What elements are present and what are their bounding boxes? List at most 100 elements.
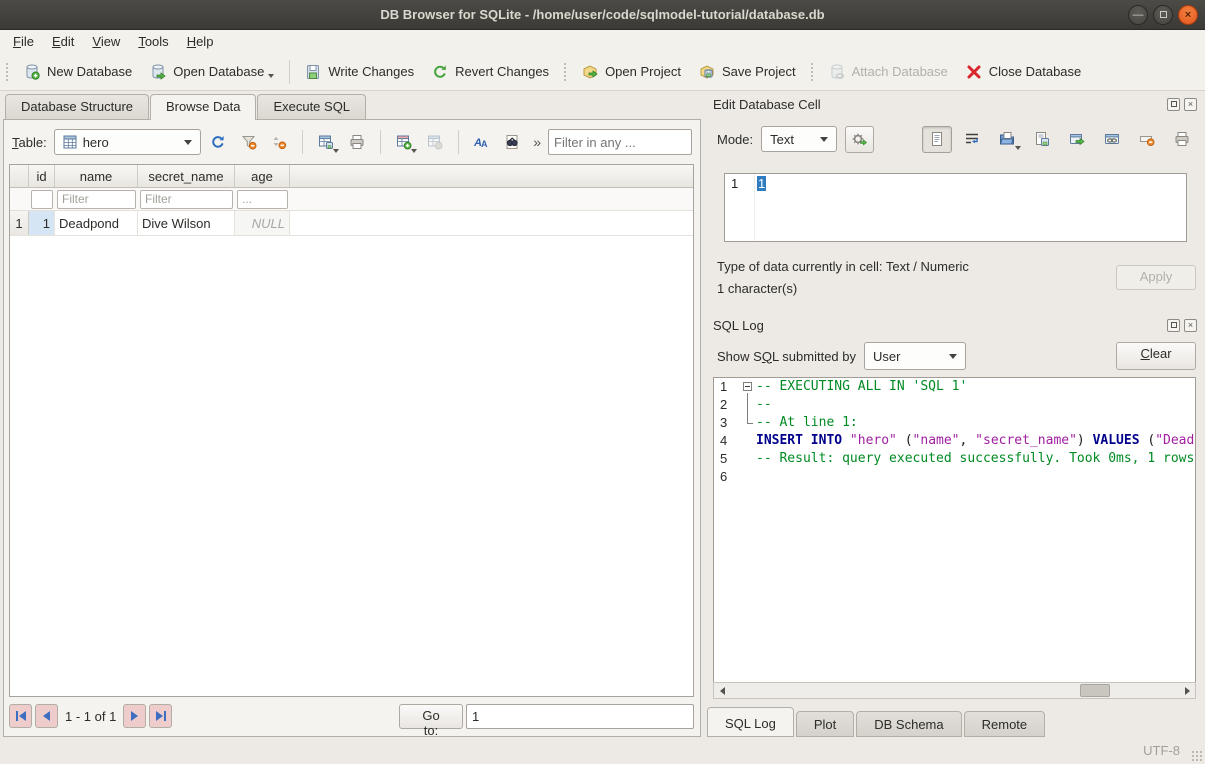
filter-input-age[interactable] [237, 190, 288, 209]
font-settings-button[interactable]: AA [468, 129, 496, 156]
previous-page-button[interactable] [35, 704, 58, 728]
sql-log-line: 2-- [714, 396, 1195, 414]
dock-tab-remote[interactable]: Remote [964, 711, 1046, 737]
tab-execute-sql[interactable]: Execute SQL [257, 94, 366, 119]
column-header-id[interactable]: id [29, 165, 55, 187]
column-header-secret-name[interactable]: secret_name [138, 165, 235, 187]
insert-record-icon [396, 134, 412, 150]
new-database-button[interactable]: New Database [15, 58, 141, 86]
open-external-button[interactable] [1062, 126, 1092, 153]
write-changes-button[interactable]: Write Changes [296, 58, 423, 86]
toolbar-overflow-chevron[interactable]: » [533, 134, 541, 150]
goto-record-input[interactable] [466, 704, 694, 729]
filter-input-name[interactable] [57, 190, 136, 209]
filter-input-secret-name[interactable] [140, 190, 233, 209]
sql-log-horizontal-scrollbar[interactable] [713, 682, 1196, 699]
menu-edit[interactable]: Edit [43, 31, 83, 52]
resize-grip[interactable] [1191, 750, 1203, 762]
set-null-button[interactable] [1132, 126, 1162, 153]
last-page-button[interactable] [149, 704, 172, 728]
minimize-button[interactable]: — [1128, 5, 1148, 25]
open-project-button[interactable]: Open Project [573, 58, 690, 86]
dock-tab-db-schema[interactable]: DB Schema [856, 711, 961, 737]
toolbar-drag-handle[interactable] [563, 62, 568, 82]
grid-corner[interactable] [10, 165, 29, 187]
save-table-dropdown-caret[interactable] [333, 149, 339, 153]
menu-view[interactable]: View [83, 31, 129, 52]
close-database-button[interactable]: Close Database [957, 58, 1091, 86]
toolbar-drag-handle[interactable] [5, 62, 10, 82]
sql-source-select[interactable]: User [864, 342, 966, 370]
maximize-icon [1160, 11, 1167, 18]
column-header-age[interactable]: age [235, 165, 290, 187]
dock-tab-sql-log[interactable]: SQL Log [707, 707, 794, 737]
sql-log-view[interactable]: 1-- EXECUTING ALL IN 'SQL 1'2--3-- At li… [713, 377, 1196, 699]
set-null-icon [1139, 131, 1155, 147]
cell-age[interactable]: NULL [235, 211, 290, 235]
clear-log-button[interactable]: Clear [1116, 342, 1196, 370]
filter-input-id[interactable] [31, 190, 53, 209]
goto-button[interactable]: Go to: [399, 704, 463, 729]
open-database-dropdown-caret[interactable] [268, 74, 274, 78]
toolbar-drag-handle[interactable] [810, 62, 815, 82]
printer-icon [1174, 131, 1190, 147]
revert-changes-icon [432, 64, 448, 80]
cell-mode-row: Mode: Text [717, 124, 1197, 154]
insert-record-dropdown-caret[interactable] [411, 149, 417, 153]
close-button[interactable]: × [1178, 5, 1198, 25]
word-wrap-button[interactable] [957, 126, 987, 153]
revert-changes-button[interactable]: Revert Changes [423, 58, 558, 86]
link-button[interactable] [1097, 126, 1127, 153]
clear-filters-button[interactable] [235, 129, 263, 156]
next-page-button[interactable] [123, 704, 146, 728]
controls-separator [302, 130, 303, 154]
table-select[interactable]: hero [54, 129, 201, 155]
row-number[interactable]: 1 [10, 211, 29, 235]
controls-separator [380, 130, 381, 154]
save-project-button[interactable]: Save Project [690, 58, 805, 86]
open-database-button[interactable]: Open Database [141, 58, 283, 86]
print-cell-button[interactable] [1167, 126, 1197, 153]
column-header-name[interactable]: name [55, 165, 138, 187]
mode-select[interactable]: Text [761, 126, 837, 152]
fold-collapse-icon[interactable] [743, 382, 752, 391]
print-table-button[interactable] [343, 129, 371, 156]
find-button[interactable] [498, 129, 526, 156]
tab-browse-data[interactable]: Browse Data [150, 94, 256, 120]
save-as-button[interactable] [1027, 126, 1057, 153]
clear-sorting-button[interactable] [265, 129, 293, 156]
dock-tab-plot[interactable]: Plot [796, 711, 854, 737]
save-table-button[interactable] [312, 129, 340, 156]
sql-log-line: 1-- EXECUTING ALL IN 'SQL 1' [714, 378, 1195, 396]
menu-tools[interactable]: Tools [129, 31, 177, 52]
maximize-button[interactable] [1153, 5, 1173, 25]
import-text-button[interactable] [992, 126, 1022, 153]
tab-database-structure[interactable]: Database Structure [5, 94, 149, 119]
close-dock-icon[interactable]: × [1184, 319, 1197, 332]
auto-apply-button[interactable] [845, 126, 874, 153]
import-dropdown-caret[interactable] [1015, 146, 1021, 150]
scrollbar-thumb[interactable] [1080, 684, 1110, 697]
cell-name[interactable]: Deadpond [55, 211, 138, 235]
insert-record-button[interactable] [390, 129, 418, 156]
grid-header-row: id name secret_name age [10, 165, 693, 188]
sql-log-title: SQL Log [713, 318, 764, 333]
scroll-right-arrow[interactable] [1179, 683, 1195, 698]
first-page-button[interactable] [9, 704, 32, 728]
close-dock-icon[interactable]: × [1184, 98, 1197, 111]
apply-button: Apply [1116, 265, 1196, 290]
float-dock-icon[interactable] [1167, 98, 1180, 111]
svg-text:A: A [481, 139, 488, 149]
cell-secret-name[interactable]: Dive Wilson [138, 211, 235, 235]
float-dock-icon[interactable] [1167, 319, 1180, 332]
menu-help[interactable]: Help [178, 31, 223, 52]
scroll-left-arrow[interactable] [714, 683, 730, 698]
menu-file[interactable]: File [4, 31, 43, 52]
sql-log-dock-titlebar: SQL Log × [713, 315, 1197, 335]
cell-id[interactable]: 1 [29, 211, 55, 235]
data-grid: id name secret_name age 1 1 Deadpond Div… [9, 164, 694, 697]
text-document-button[interactable] [922, 126, 952, 153]
refresh-button[interactable] [204, 129, 232, 156]
cell-value-editor[interactable]: 1 1 [724, 173, 1187, 242]
filter-any-column-input[interactable] [548, 129, 692, 155]
